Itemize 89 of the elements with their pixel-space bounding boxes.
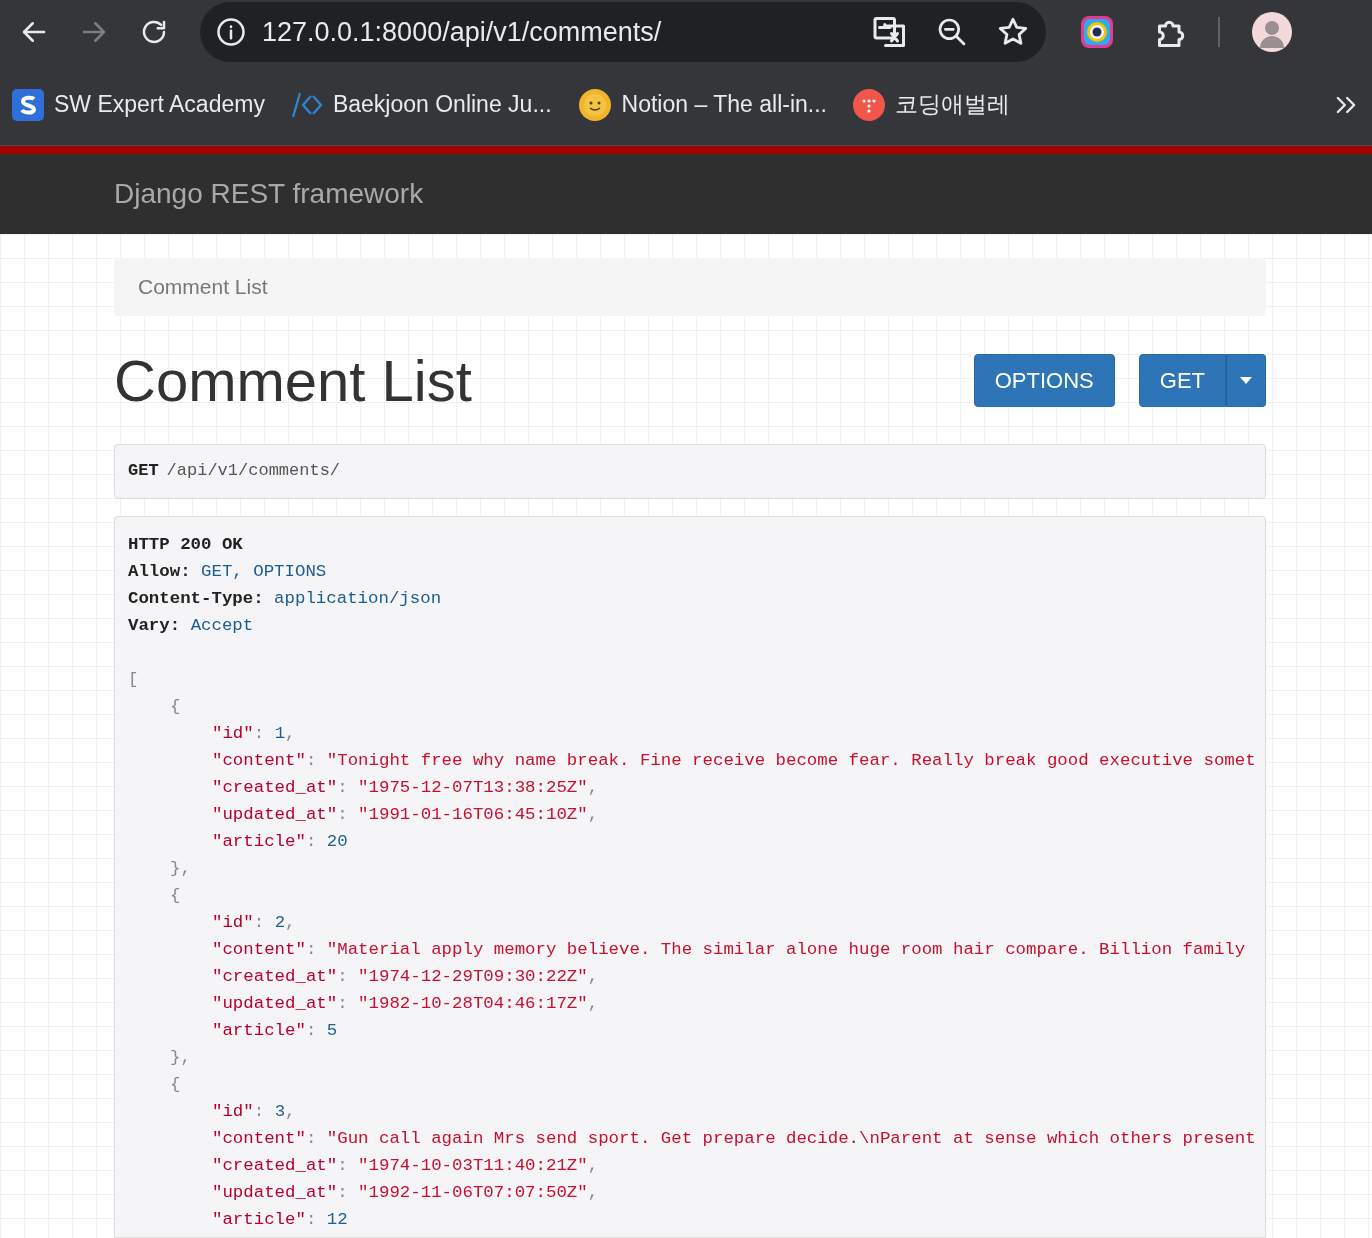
json-comma: , (285, 1101, 296, 1121)
bookmark-link[interactable]: Baekjoon Online Ju... (322, 87, 562, 122)
json-value: 2 (274, 912, 286, 932)
options-button[interactable]: OPTIONS (973, 354, 1115, 408)
json-colon: : (253, 723, 265, 743)
json-colon: : (305, 1020, 317, 1040)
json-value: 3 (274, 1101, 286, 1121)
request-path: /api/v1/comments/ (166, 460, 341, 483)
get-button[interactable]: GET (1138, 354, 1226, 408)
json-value: "1974-12-29T09:30:22Z" (358, 966, 588, 986)
json-key: "article" (212, 1020, 306, 1040)
json-key: "created_at" (212, 966, 338, 986)
dots-logo-icon (852, 88, 885, 121)
json-comma: , (285, 912, 296, 932)
json-key: "created_at" (212, 1155, 338, 1175)
json-colon: : (305, 1128, 317, 1148)
json-comma: , (587, 804, 599, 824)
json-key: "content" (212, 1128, 306, 1148)
dropdown-toggle-button[interactable] (1226, 354, 1266, 408)
json-key: "id" (212, 723, 254, 743)
page-title: Comment List (114, 347, 472, 415)
json-colon: : (305, 831, 317, 851)
json-key: "id" (212, 1101, 254, 1121)
json-value: "Material apply memory believe. The similar alone huge room hair compare. Billion family (326, 939, 1246, 959)
json-brace: { (170, 1074, 181, 1094)
json-colon: : (337, 777, 348, 797)
json-value: 1 (274, 723, 286, 743)
json-value: "Tonight free why name break. Fine receive become fear. Really break good executive somet (326, 750, 1256, 770)
json-comma: , (587, 966, 599, 986)
json-value: 12 (326, 1209, 348, 1229)
json-value: "1982-10-28T04:46:17Z" (358, 993, 588, 1013)
header-name: Vary: (128, 615, 181, 635)
request-method: GET (128, 460, 159, 483)
json-value: "1992-11-06T07:07:50Z" (358, 1182, 588, 1202)
json-bracket: [ (128, 669, 139, 689)
sun-face-icon (577, 87, 612, 122)
json-value: 5 (326, 1020, 338, 1040)
breadcrumb-link[interactable]: Comment List (138, 271, 268, 303)
json-key: "article" (212, 1209, 306, 1229)
json-colon: : (305, 1209, 317, 1229)
camera-extension-icon[interactable] (1080, 15, 1114, 49)
json-colon: : (305, 750, 317, 770)
json-key: "updated_at" (212, 993, 338, 1013)
json-colon: : (337, 1182, 348, 1202)
json-colon: : (337, 804, 348, 824)
json-value: "Gun call again Mrs send sport. Get prepare decide.\nParent at sense which others present (326, 1128, 1256, 1148)
json-colon: : (305, 939, 317, 959)
json-brace: }, (170, 858, 191, 878)
json-brace: { (170, 885, 181, 905)
header-value: application/json (274, 588, 442, 608)
json-colon: : (337, 993, 348, 1013)
s-logo-icon (12, 88, 44, 121)
status-line: HTTP 200 OK (128, 533, 244, 556)
json-brace: { (170, 696, 181, 716)
json-comma: , (285, 723, 296, 743)
json-key: "article" (212, 831, 306, 851)
bookmark-link[interactable]: Notion – The all-in... (611, 87, 837, 122)
bookmark-link[interactable]: SW Expert Academy (44, 87, 275, 122)
json-key: "content" (212, 750, 306, 770)
header-value: GET, OPTIONS (201, 561, 327, 581)
zoom-out-icon[interactable] (936, 16, 968, 48)
header-name: Content-Type: (128, 588, 264, 608)
json-colon: : (337, 966, 348, 986)
json-value: 20 (326, 831, 348, 851)
json-key: "id" (212, 912, 254, 932)
info-icon[interactable] (216, 17, 246, 47)
json-value: "1991-01-16T06:45:10Z" (358, 804, 588, 824)
avatar-icon[interactable] (1252, 12, 1292, 52)
navbar-brand-link[interactable]: Django REST framework (114, 173, 424, 215)
bookmark-link[interactable]: 코딩애벌레 (884, 87, 1020, 122)
header-name: Allow: (128, 561, 191, 581)
json-comma: , (587, 777, 599, 797)
caret-icon (1240, 376, 1252, 385)
header-value: Accept (190, 615, 254, 635)
json-comma: , (587, 1155, 599, 1175)
json-key: "created_at" (212, 777, 338, 797)
json-key: "updated_at" (212, 1182, 338, 1202)
json-value: "1974-10-03T11:40:21Z" (358, 1155, 588, 1175)
json-key: "content" (212, 939, 306, 959)
json-colon: : (253, 912, 265, 932)
json-value: "1975-12-07T13:38:25Z" (358, 777, 588, 797)
translate-icon[interactable] (872, 14, 908, 50)
json-brace: }, (170, 1047, 191, 1067)
json-key: "updated_at" (212, 804, 338, 824)
json-colon: : (253, 1101, 265, 1121)
json-comma: , (587, 993, 599, 1013)
json-comma: , (587, 1182, 599, 1202)
json-colon: : (337, 1155, 348, 1175)
code-brackets-icon (290, 90, 323, 119)
